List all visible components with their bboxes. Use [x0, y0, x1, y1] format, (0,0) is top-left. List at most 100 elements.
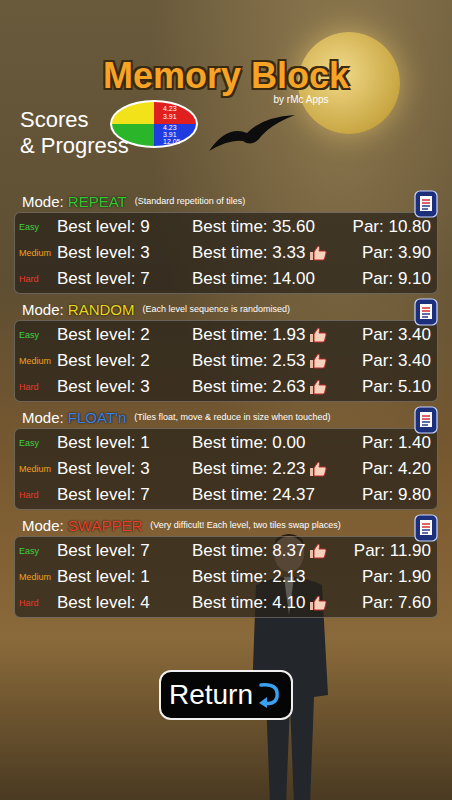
document-icon[interactable] — [414, 514, 438, 542]
score-row: EasyBest level: 2Best time: 1.93Par: 3.4… — [19, 322, 433, 348]
best-level: Best level: 3 — [57, 243, 192, 263]
best-time: Best time: 2.13 — [192, 567, 362, 587]
best-time: Best time: 0.00 — [192, 433, 362, 453]
best-level: Best level: 1 — [57, 567, 192, 587]
par-time: Par: 4.20 — [362, 459, 433, 479]
score-row: EasyBest level: 7Best time: 8.37Par: 11.… — [19, 538, 433, 564]
mode-section: Mode: FLOAT'n(Tiles float, move & reduce… — [14, 406, 438, 510]
svg-text:3.91: 3.91 — [163, 131, 177, 138]
difficulty-label: Hard — [19, 274, 57, 284]
modes-list: Mode: REPEAT(Standard repetition of tile… — [0, 190, 452, 618]
mode-name: FLOAT'n — [68, 409, 126, 426]
difficulty-label: Hard — [19, 598, 57, 608]
par-time: Par: 1.90 — [362, 567, 433, 587]
best-time: Best time: 3.33 — [192, 243, 362, 263]
header: Memory Blockby rMc AppsScores& Progress4… — [0, 0, 452, 190]
svg-text:4.23: 4.23 — [163, 105, 177, 112]
best-time: Best time: 8.37 — [192, 541, 354, 561]
score-panel: EasyBest level: 2Best time: 1.93Par: 3.4… — [14, 320, 438, 402]
mode-section: Mode: REPEAT(Standard repetition of tile… — [14, 190, 438, 294]
score-row: MediumBest level: 3Best time: 2.23Par: 4… — [19, 456, 433, 482]
score-row: HardBest level: 3Best time: 2.63Par: 5.1… — [19, 374, 433, 400]
thumbs-up-icon — [309, 353, 327, 369]
mode-header: Mode: RANDOM(Each level sequence is rand… — [14, 298, 438, 320]
best-level: Best level: 4 — [57, 593, 192, 613]
best-level: Best level: 1 — [57, 433, 192, 453]
score-row: HardBest level: 7Best time: 14.00Par: 9.… — [19, 266, 433, 292]
scores-screen: Memory Blockby rMc AppsScores& Progress4… — [0, 0, 452, 800]
mode-header: Mode: REPEAT(Standard repetition of tile… — [14, 190, 438, 212]
document-icon[interactable] — [414, 298, 438, 326]
best-time: Best time: 2.53 — [192, 351, 362, 371]
best-time: Best time: 2.63 — [192, 377, 362, 397]
difficulty-label: Medium — [19, 248, 57, 258]
best-time: Best time: 24.37 — [192, 485, 362, 505]
score-panel: EasyBest level: 1Best time: 0.00Par: 1.4… — [14, 428, 438, 510]
best-level: Best level: 3 — [57, 459, 192, 479]
difficulty-label: Medium — [19, 572, 57, 582]
par-time: Par: 7.60 — [362, 593, 433, 613]
svg-text:12.05: 12.05 — [163, 138, 181, 145]
svg-text:4.23: 4.23 — [163, 124, 177, 131]
par-time: Par: 9.10 — [362, 269, 433, 289]
best-level: Best level: 7 — [57, 541, 192, 561]
best-time: Best time: 1.93 — [192, 325, 362, 345]
difficulty-label: Easy — [19, 546, 57, 556]
mode-description: (Tiles float, move & reduce in size when… — [134, 412, 330, 422]
mode-description: (Very difficult! Each level, two tiles s… — [150, 520, 340, 530]
difficulty-label: Easy — [19, 222, 57, 232]
mode-section: Mode: RANDOM(Each level sequence is rand… — [14, 298, 438, 402]
mode-section: Mode: SWAPPER(Very difficult! Each level… — [14, 514, 438, 618]
byline: by rMc Apps — [273, 94, 328, 105]
mode-header: Mode: FLOAT'n(Tiles float, move & reduce… — [14, 406, 438, 428]
mode-name: RANDOM — [68, 301, 135, 318]
thumbs-up-icon — [309, 595, 327, 611]
par-time: Par: 11.90 — [354, 541, 433, 561]
par-time: Par: 3.90 — [362, 243, 433, 263]
svg-text:3.91: 3.91 — [163, 113, 177, 120]
score-row: HardBest level: 7Best time: 24.37Par: 9.… — [19, 482, 433, 508]
return-button[interactable]: Return — [159, 670, 293, 720]
difficulty-label: Easy — [19, 438, 57, 448]
par-time: Par: 10.80 — [353, 217, 433, 237]
best-time: Best time: 14.00 — [192, 269, 362, 289]
best-level: Best level: 7 — [57, 269, 192, 289]
page-heading: Scores& Progress — [20, 107, 129, 159]
difficulty-label: Easy — [19, 330, 57, 340]
score-row: EasyBest level: 1Best time: 0.00Par: 1.4… — [19, 430, 433, 456]
document-icon[interactable] — [414, 406, 438, 434]
pie-chart-icon: 4.233.914.233.9112.05 — [109, 99, 199, 149]
bird-icon — [207, 113, 297, 153]
mode-description: (Each level sequence is randomised) — [143, 304, 291, 314]
best-time: Best time: 2.23 — [192, 459, 362, 479]
best-level: Best level: 2 — [57, 325, 192, 345]
par-time: Par: 5.10 — [362, 377, 433, 397]
best-time: Best time: 35.60 — [192, 217, 353, 237]
thumbs-up-icon — [309, 543, 327, 559]
score-panel: EasyBest level: 9Best time: 35.60Par: 10… — [14, 212, 438, 294]
mode-name: SWAPPER — [68, 517, 142, 534]
par-time: Par: 1.40 — [362, 433, 433, 453]
difficulty-label: Hard — [19, 382, 57, 392]
best-level: Best level: 9 — [57, 217, 192, 237]
score-row: EasyBest level: 9Best time: 35.60Par: 10… — [19, 214, 433, 240]
score-row: MediumBest level: 1Best time: 2.13Par: 1… — [19, 564, 433, 590]
thumbs-up-icon — [309, 327, 327, 343]
score-row: MediumBest level: 3Best time: 3.33Par: 3… — [19, 240, 433, 266]
game-title: Memory Block — [103, 56, 349, 96]
document-icon[interactable] — [414, 190, 438, 218]
difficulty-label: Hard — [19, 490, 57, 500]
thumbs-up-icon — [309, 379, 327, 395]
mode-description: (Standard repetition of tiles) — [135, 196, 246, 206]
best-level: Best level: 2 — [57, 351, 192, 371]
score-row: HardBest level: 4Best time: 4.10Par: 7.6… — [19, 590, 433, 616]
thumbs-up-icon — [309, 245, 327, 261]
score-row: MediumBest level: 2Best time: 2.53Par: 3… — [19, 348, 433, 374]
par-time: Par: 9.80 — [362, 485, 433, 505]
difficulty-label: Medium — [19, 464, 57, 474]
return-arrow-icon — [255, 681, 283, 709]
par-time: Par: 3.40 — [362, 325, 433, 345]
thumbs-up-icon — [309, 461, 327, 477]
mode-name: REPEAT — [68, 193, 127, 210]
difficulty-label: Medium — [19, 356, 57, 366]
